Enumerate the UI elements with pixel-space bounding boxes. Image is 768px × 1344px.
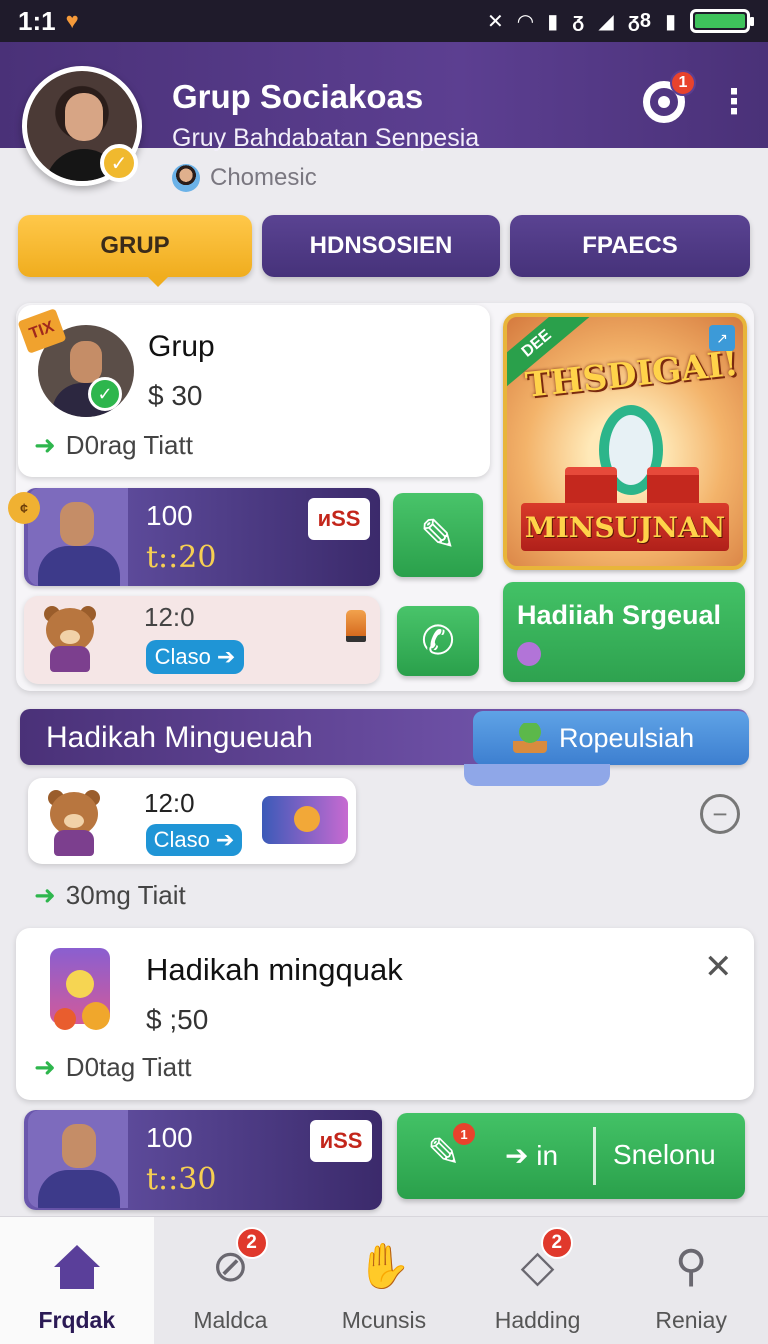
player-avatar [28,488,128,586]
clock: 1:1 [18,5,56,36]
reward-value: 100 [146,1122,193,1153]
bottom-navigation: Frqdak ⊘ 2 Maldca ✋ Mcunsis ◇ 2 Hadding … [0,1216,768,1344]
nav-item-mcunsis[interactable]: ✋ Mcunsis [307,1217,461,1344]
chart-icon: ↗ [709,325,735,351]
nav-item-frqdak[interactable]: Frqdak [0,1217,154,1344]
pencil-badge: 1 [453,1123,475,1145]
reward-card-purple[interactable]: 100 t::20 ᴎSS [24,488,380,586]
signal-text: ᵹ [572,9,585,32]
cell-signal-icon: ▮ [547,10,559,33]
drag-row-2[interactable]: ➜ 30mg Tiait [34,880,186,911]
cup-icon [346,610,366,642]
search-icon: ⚲ [675,1242,708,1291]
ropeulsiah-button[interactable]: Ropeulsiah [473,711,749,765]
nav-item-reniay[interactable]: ⚲ Reniay [614,1217,768,1344]
member-avatar [172,164,200,192]
drag-row-3[interactable]: ➜ D0tag Tiatt [34,1052,192,1083]
member-name: Chomesic [210,164,317,191]
more-options-icon[interactable]: ⋮ [710,78,758,126]
arrow-right-icon: ➔ [215,827,235,852]
bear-icon [40,790,108,856]
tab-grup[interactable]: GRUP [18,215,252,287]
arrow-right-icon: ➔ [216,644,236,669]
section-tab-indicator [464,764,610,786]
claso-button[interactable]: Claso ➔ [146,640,244,674]
bear-icon [36,606,104,672]
vss-badge: ᴎSS [310,1120,372,1162]
status-icons: ✕ ◠ ▮ ᵹ ◢ ᵹ8 ▮ [486,9,754,34]
wifi-icon: ◠ [517,10,534,33]
promo-headline: THSDIGAI! [523,343,741,406]
snelonu-label: Snelonu [613,1139,716,1170]
coin-icon: ¢ [8,492,40,524]
reward-card-purple-2[interactable]: 100 t::30 ᴎSS [24,1110,382,1210]
game-thumbnail [262,796,348,844]
claso-button[interactable]: Claso ➔ [146,824,242,856]
no-bluetooth-icon: ✕ [486,10,504,33]
join-snelonu-button[interactable]: ✎ 1 ➔ in Snelonu [397,1113,745,1199]
gem-icon [517,642,541,666]
verified-check-icon: ✓ [88,377,122,411]
small-battery-icon: ▮ [664,10,676,33]
bear-card[interactable]: 12:0 Claso ➔ [24,596,380,684]
arrow-right-icon: ➜ [34,430,56,460]
grup-card-price: $ 30 [148,380,203,411]
gift-box-icon [647,467,699,507]
pencil-icon: ✎ [419,510,457,560]
call-button[interactable]: ✆ [397,606,479,676]
tab-hdnsosien[interactable]: HDNSOSIEN [262,215,500,277]
verified-check-icon: ✓ [100,144,138,182]
app-notification-icon: ♥ [65,8,79,33]
group-subtitle: Gruy Bahdabatan Senpesia [172,124,480,152]
member-row[interactable]: Chomesic [172,164,317,192]
hadiah-button[interactable]: Hadiiah Srgeual [503,582,745,682]
vss-badge: ᴎSS [308,498,370,540]
arrow-right-icon: ➜ [34,1052,56,1082]
nav-item-maldca[interactable]: ⊘ 2 Maldca [154,1217,308,1344]
bear-value: 12:0 [144,788,195,818]
tab-fpaecs[interactable]: FPAECS [510,215,750,277]
promo-banner[interactable]: DEE THSDIGAI! ↗ MINSUJNAN [503,313,747,570]
network-text: ᵹ8 [627,9,651,32]
join-label: ➔ in [505,1140,559,1171]
drag-row[interactable]: ➜ D0rag Tiatt [34,430,193,461]
minus-circle-icon[interactable]: − [700,794,740,834]
arrow-right-icon: ➜ [34,880,56,910]
reward-timer: t::20 [146,540,217,575]
nav-badge: 2 [235,1227,268,1259]
group-title: Grup Sociakoas [172,78,424,115]
reward-timer: t::30 [146,1162,217,1197]
status-bar: 1:1 ♥ ✕ ◠ ▮ ᵹ ◢ ᵹ8 ▮ [0,0,768,42]
reward-value: 100 [146,500,193,531]
gift-box-icon [565,467,617,507]
plant-icon [513,723,547,753]
coin-icon [82,1002,110,1030]
cell-signal-icon-2: ◢ [598,10,614,33]
bear-card-2[interactable]: 12:0 Claso ➔ [28,778,356,864]
section-title: Hadikah Mingueuah [46,721,313,754]
player-avatar [28,1110,128,1208]
hadikah-title: Hadikah mingquak [146,952,403,987]
hand-icon: ✋ [356,1242,412,1291]
nav-item-hadding[interactable]: ◇ 2 Hadding [461,1217,615,1344]
edit-button[interactable]: ✎ [393,493,483,577]
promo-ribbon: MINSUJNAN [521,503,729,551]
nav-badge: 2 [540,1227,573,1259]
bear-value: 12:0 [144,602,195,632]
battery-icon [690,9,754,33]
grup-card-title: Grup [148,330,215,363]
close-icon[interactable]: ✕ [704,950,733,984]
phone-icon: ✆ [421,619,455,663]
notification-badge: 1 [670,70,696,96]
home-icon [47,1237,107,1297]
hadikah-price: $ ;50 [146,1004,209,1035]
